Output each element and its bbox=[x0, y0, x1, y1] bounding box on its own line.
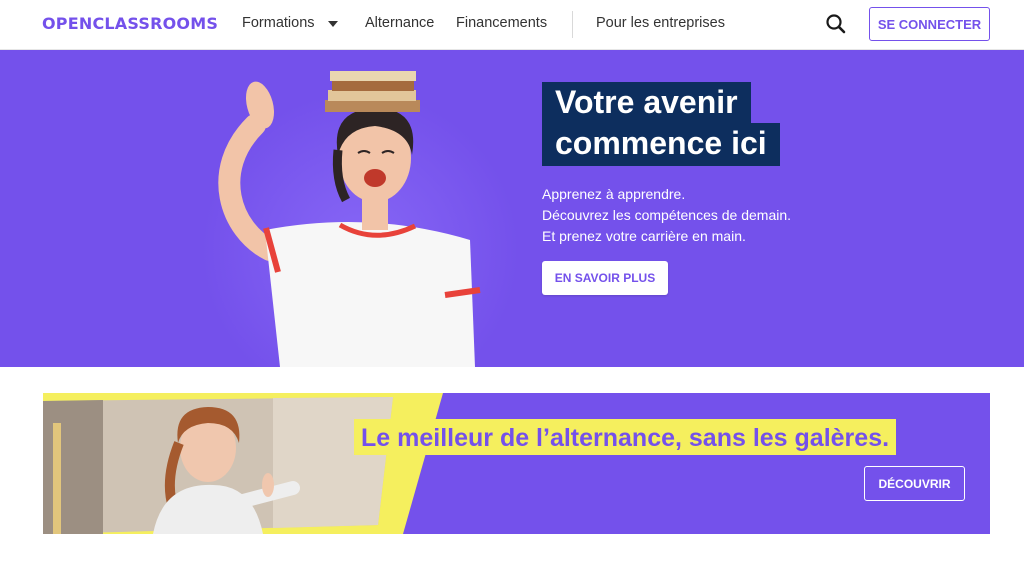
hero-headline-line-2: commence ici bbox=[542, 123, 780, 167]
nav-item-alternance[interactable]: Alternance bbox=[365, 15, 434, 31]
hero-text-line: Et prenez votre carrière en main. bbox=[542, 228, 746, 244]
nav-item-financements[interactable]: Financements bbox=[456, 15, 547, 31]
banner-photo-woman-pointing bbox=[43, 393, 443, 534]
hero-text-line: Découvrez les compétences de demain. bbox=[542, 207, 792, 223]
nav-item-entreprises[interactable]: Pour les entreprises bbox=[596, 15, 725, 31]
nav-divider bbox=[572, 11, 573, 38]
search-icon[interactable] bbox=[822, 10, 850, 38]
learn-more-button[interactable]: EN SAVOIR PLUS bbox=[542, 261, 668, 295]
top-navbar: OPENCLASSROOMS Formations Alternance Fin… bbox=[0, 0, 1024, 50]
alternance-banner[interactable]: Le meilleur de l’alternance, sans les ga… bbox=[43, 393, 990, 534]
openclassrooms-logo[interactable]: OPENCLASSROOMS bbox=[42, 14, 218, 33]
hero-headline-line-1: Votre avenir bbox=[542, 82, 751, 126]
login-button[interactable]: SE CONNECTER bbox=[869, 7, 990, 41]
hero-section: Votre avenir commence ici Apprenez à app… bbox=[0, 50, 1024, 367]
discover-button[interactable]: DÉCOUVRIR bbox=[864, 466, 965, 501]
banner-headline: Le meilleur de l’alternance, sans les ga… bbox=[354, 419, 897, 455]
hero-illustration-woman-with-books bbox=[218, 71, 481, 367]
hero-text-line: Apprenez à apprendre. bbox=[542, 186, 686, 202]
nav-item-formations[interactable]: Formations bbox=[242, 15, 315, 31]
chevron-down-icon[interactable] bbox=[328, 21, 338, 27]
